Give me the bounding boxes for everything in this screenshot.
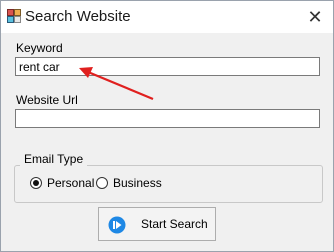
radio-personal[interactable]: Personal: [30, 176, 94, 190]
email-type-label: Email Type: [20, 152, 88, 166]
website-url-label: Website Url: [16, 93, 78, 107]
title-bar: Search Website ✕: [1, 1, 333, 33]
start-search-button[interactable]: Start Search: [98, 207, 216, 241]
play-circle-icon: [108, 216, 126, 234]
keyword-label: Keyword: [16, 41, 63, 55]
start-search-label: Start Search: [141, 217, 208, 231]
radio-business-indicator[interactable]: [96, 177, 108, 189]
app-window-icon: [7, 9, 21, 23]
radio-business[interactable]: Business: [96, 176, 162, 190]
radio-business-label: Business: [113, 176, 162, 190]
window-title: Search Website: [25, 8, 131, 25]
close-icon[interactable]: ✕: [303, 5, 327, 29]
radio-personal-indicator[interactable]: [30, 177, 42, 189]
keyword-input[interactable]: [15, 57, 320, 76]
radio-personal-label: Personal: [47, 176, 95, 190]
website-url-input[interactable]: [15, 109, 320, 128]
